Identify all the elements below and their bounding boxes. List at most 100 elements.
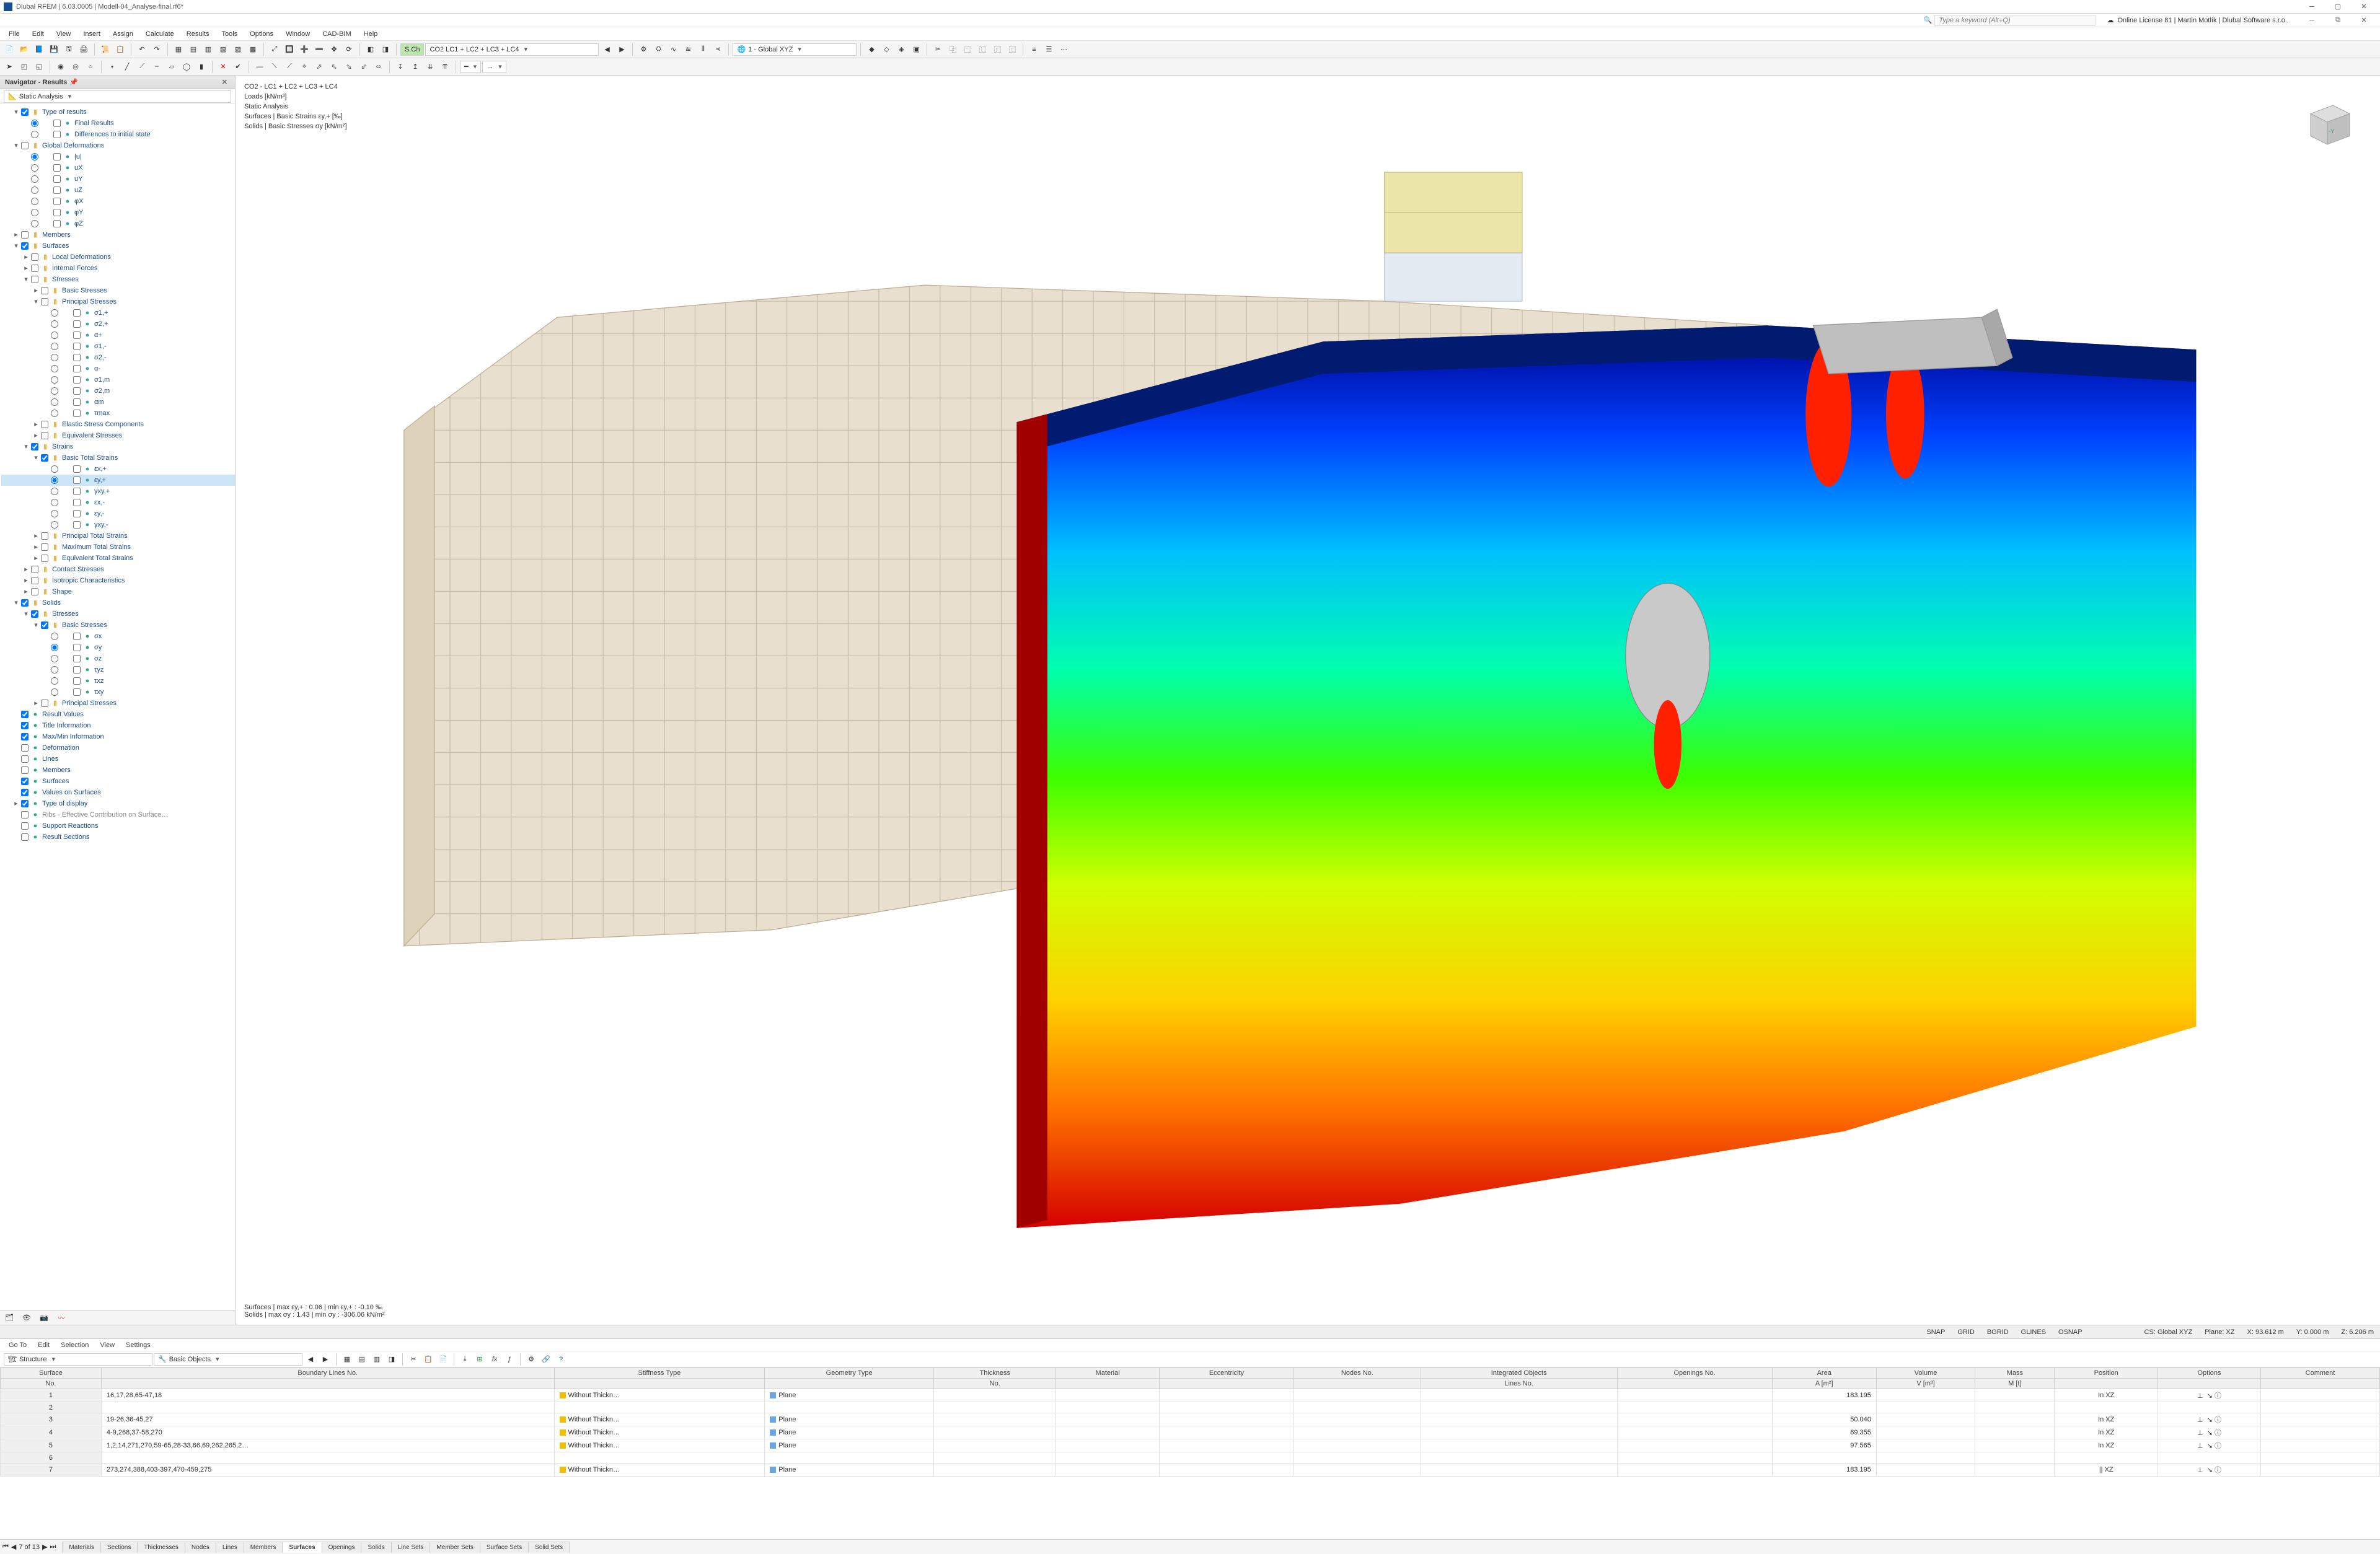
tree-node[interactable]: ▾▮Stresses: [1, 274, 235, 285]
tree-checkbox[interactable]: [21, 142, 29, 149]
open-file-button[interactable]: 📂: [17, 43, 31, 56]
cell-geometry[interactable]: [765, 1452, 934, 1464]
tree-expander-icon[interactable]: ▸: [32, 430, 40, 441]
cell-options[interactable]: ⊥ ↘ ⓘ: [2157, 1389, 2260, 1402]
tree-node[interactable]: ▾▮Basic Total Strains: [1, 452, 235, 463]
tree-radio[interactable]: [51, 666, 58, 674]
tree-visibility-checkbox[interactable]: [53, 209, 61, 216]
cell-thickness[interactable]: [934, 1426, 1056, 1439]
cell-no[interactable]: 6: [1, 1452, 102, 1464]
draw-solid-button[interactable]: ▮: [195, 60, 208, 74]
tree-visibility-checkbox[interactable]: [73, 343, 81, 350]
tree-checkbox[interactable]: [21, 778, 29, 785]
col-header[interactable]: Stiffness Type: [554, 1368, 765, 1379]
cell-material[interactable]: [1056, 1439, 1159, 1452]
tree-node[interactable]: ▸▮Contact Stresses: [1, 564, 235, 575]
cell-openings[interactable]: [1617, 1426, 1772, 1439]
tree-node[interactable]: ●Differences to initial state: [1, 129, 235, 140]
load-4-button[interactable]: ⇈: [438, 60, 452, 74]
tree-expander-icon[interactable]: ▾: [32, 296, 40, 307]
arrow-type-combo[interactable]: →▾: [482, 61, 506, 73]
tree-checkbox[interactable]: [31, 610, 38, 618]
info-icon[interactable]: ⓘ: [2215, 1392, 2221, 1400]
tree-visibility-checkbox[interactable]: [73, 320, 81, 328]
tree-node[interactable]: ▸●Type of display: [1, 798, 235, 809]
line-style-6[interactable]: ⬁: [327, 60, 341, 74]
cell-boundary[interactable]: [101, 1402, 554, 1413]
col-header[interactable]: Boundary Lines No.: [101, 1368, 554, 1379]
link-icon[interactable]: ↘: [2207, 1467, 2213, 1474]
panel-menu-settings[interactable]: Settings: [121, 1341, 156, 1349]
cell-no[interactable]: 3: [1, 1413, 102, 1426]
col-header[interactable]: Openings No.: [1617, 1368, 1772, 1379]
cell-comment[interactable]: [2261, 1413, 2380, 1426]
edit-4-button[interactable]: ⿺: [976, 43, 989, 56]
tree-expander-icon[interactable]: ▸: [22, 575, 30, 586]
cell-comment[interactable]: [2261, 1439, 2380, 1452]
tree-expander-icon[interactable]: ▾: [12, 597, 20, 608]
tab-surfaces[interactable]: Surfaces: [282, 1542, 322, 1553]
col-header[interactable]: Mass: [1975, 1368, 2055, 1379]
view-1-button[interactable]: ◧: [364, 43, 377, 56]
cell-boundary[interactable]: [101, 1452, 554, 1464]
check-button[interactable]: ✔: [231, 60, 245, 74]
misc-4-button[interactable]: ▣: [909, 43, 923, 56]
tree-visibility-checkbox[interactable]: [73, 331, 81, 339]
edit-2-button[interactable]: ⿻: [946, 43, 959, 56]
tree-node[interactable]: ●Members: [1, 765, 235, 776]
tree-checkbox[interactable]: [41, 555, 48, 562]
tree-radio[interactable]: [51, 376, 58, 384]
tab-sections[interactable]: Sections: [100, 1542, 138, 1553]
tree-visibility-checkbox[interactable]: [73, 476, 81, 484]
cell-intlines[interactable]: [1421, 1464, 1617, 1477]
axis-icon[interactable]: ⊥: [2197, 1392, 2203, 1400]
edit-3-button[interactable]: ⿹: [961, 43, 974, 56]
tree-node[interactable]: ●τxy: [1, 687, 235, 698]
tree-radio[interactable]: [51, 309, 58, 317]
loadcase-prev-button[interactable]: ◀: [600, 43, 614, 56]
axis-icon[interactable]: ⊥: [2197, 1429, 2203, 1437]
line-style-4[interactable]: ⟡: [298, 60, 311, 74]
status-snap[interactable]: SNAP: [1926, 1328, 1945, 1336]
tab-openings[interactable]: Openings: [322, 1542, 362, 1553]
cell-intlines[interactable]: [1421, 1413, 1617, 1426]
extra-2-button[interactable]: ☰: [1042, 43, 1056, 56]
select-crossing-button[interactable]: ◱: [32, 60, 46, 74]
col-header[interactable]: Volume: [1876, 1368, 1975, 1379]
tree-visibility-checkbox[interactable]: [73, 354, 81, 361]
tab-solid-sets[interactable]: Solid Sets: [528, 1542, 570, 1553]
tree-radio[interactable]: [31, 153, 38, 160]
cell-stiffness[interactable]: Without Thickn…: [554, 1413, 765, 1426]
tab-members[interactable]: Members: [244, 1542, 283, 1553]
tree-visibility-checkbox[interactable]: [53, 175, 61, 183]
load-2-button[interactable]: ↥: [408, 60, 422, 74]
tree-expander-icon[interactable]: ▾: [22, 274, 30, 285]
col-header[interactable]: Position: [2055, 1368, 2157, 1379]
tree-expander-icon[interactable]: ▾: [32, 452, 40, 463]
draw-line-button[interactable]: ╱: [120, 60, 134, 74]
edit-6-button[interactable]: ⿷: [1005, 43, 1019, 56]
col-header[interactable]: Eccentricity: [1159, 1368, 1294, 1379]
nav-display-tab[interactable]: 👁: [21, 1312, 32, 1324]
tree-visibility-checkbox[interactable]: [53, 120, 61, 127]
tree-expander-icon[interactable]: ▸: [22, 586, 30, 597]
menu-file[interactable]: File: [2, 29, 26, 39]
redo-button[interactable]: ↷: [150, 43, 164, 56]
cell-mass[interactable]: [1975, 1426, 2055, 1439]
loadcase-next-button[interactable]: ▶: [615, 43, 628, 56]
tree-checkbox[interactable]: [21, 766, 29, 774]
misc-2-button[interactable]: ◇: [879, 43, 893, 56]
link-icon[interactable]: ↘: [2207, 1416, 2213, 1424]
pin-icon[interactable]: 📌: [67, 78, 81, 86]
tree-visibility-checkbox[interactable]: [73, 309, 81, 317]
status-osnap[interactable]: OSNAP: [2058, 1328, 2082, 1336]
cell-position[interactable]: In XZ: [2055, 1426, 2157, 1439]
cell-boundary[interactable]: 1,2,14,271,270,59-65,28-33,66,69,262,265…: [101, 1439, 554, 1452]
cell-no[interactable]: 5: [1, 1439, 102, 1452]
tree-node[interactable]: ●σz: [1, 653, 235, 664]
tree-radio[interactable]: [51, 488, 58, 495]
tab-lines[interactable]: Lines: [216, 1542, 244, 1553]
axis-icon[interactable]: ⊥: [2197, 1467, 2203, 1474]
tree-node[interactable]: ●σ1,+: [1, 307, 235, 318]
tree-node[interactable]: ●σ1,-: [1, 341, 235, 352]
